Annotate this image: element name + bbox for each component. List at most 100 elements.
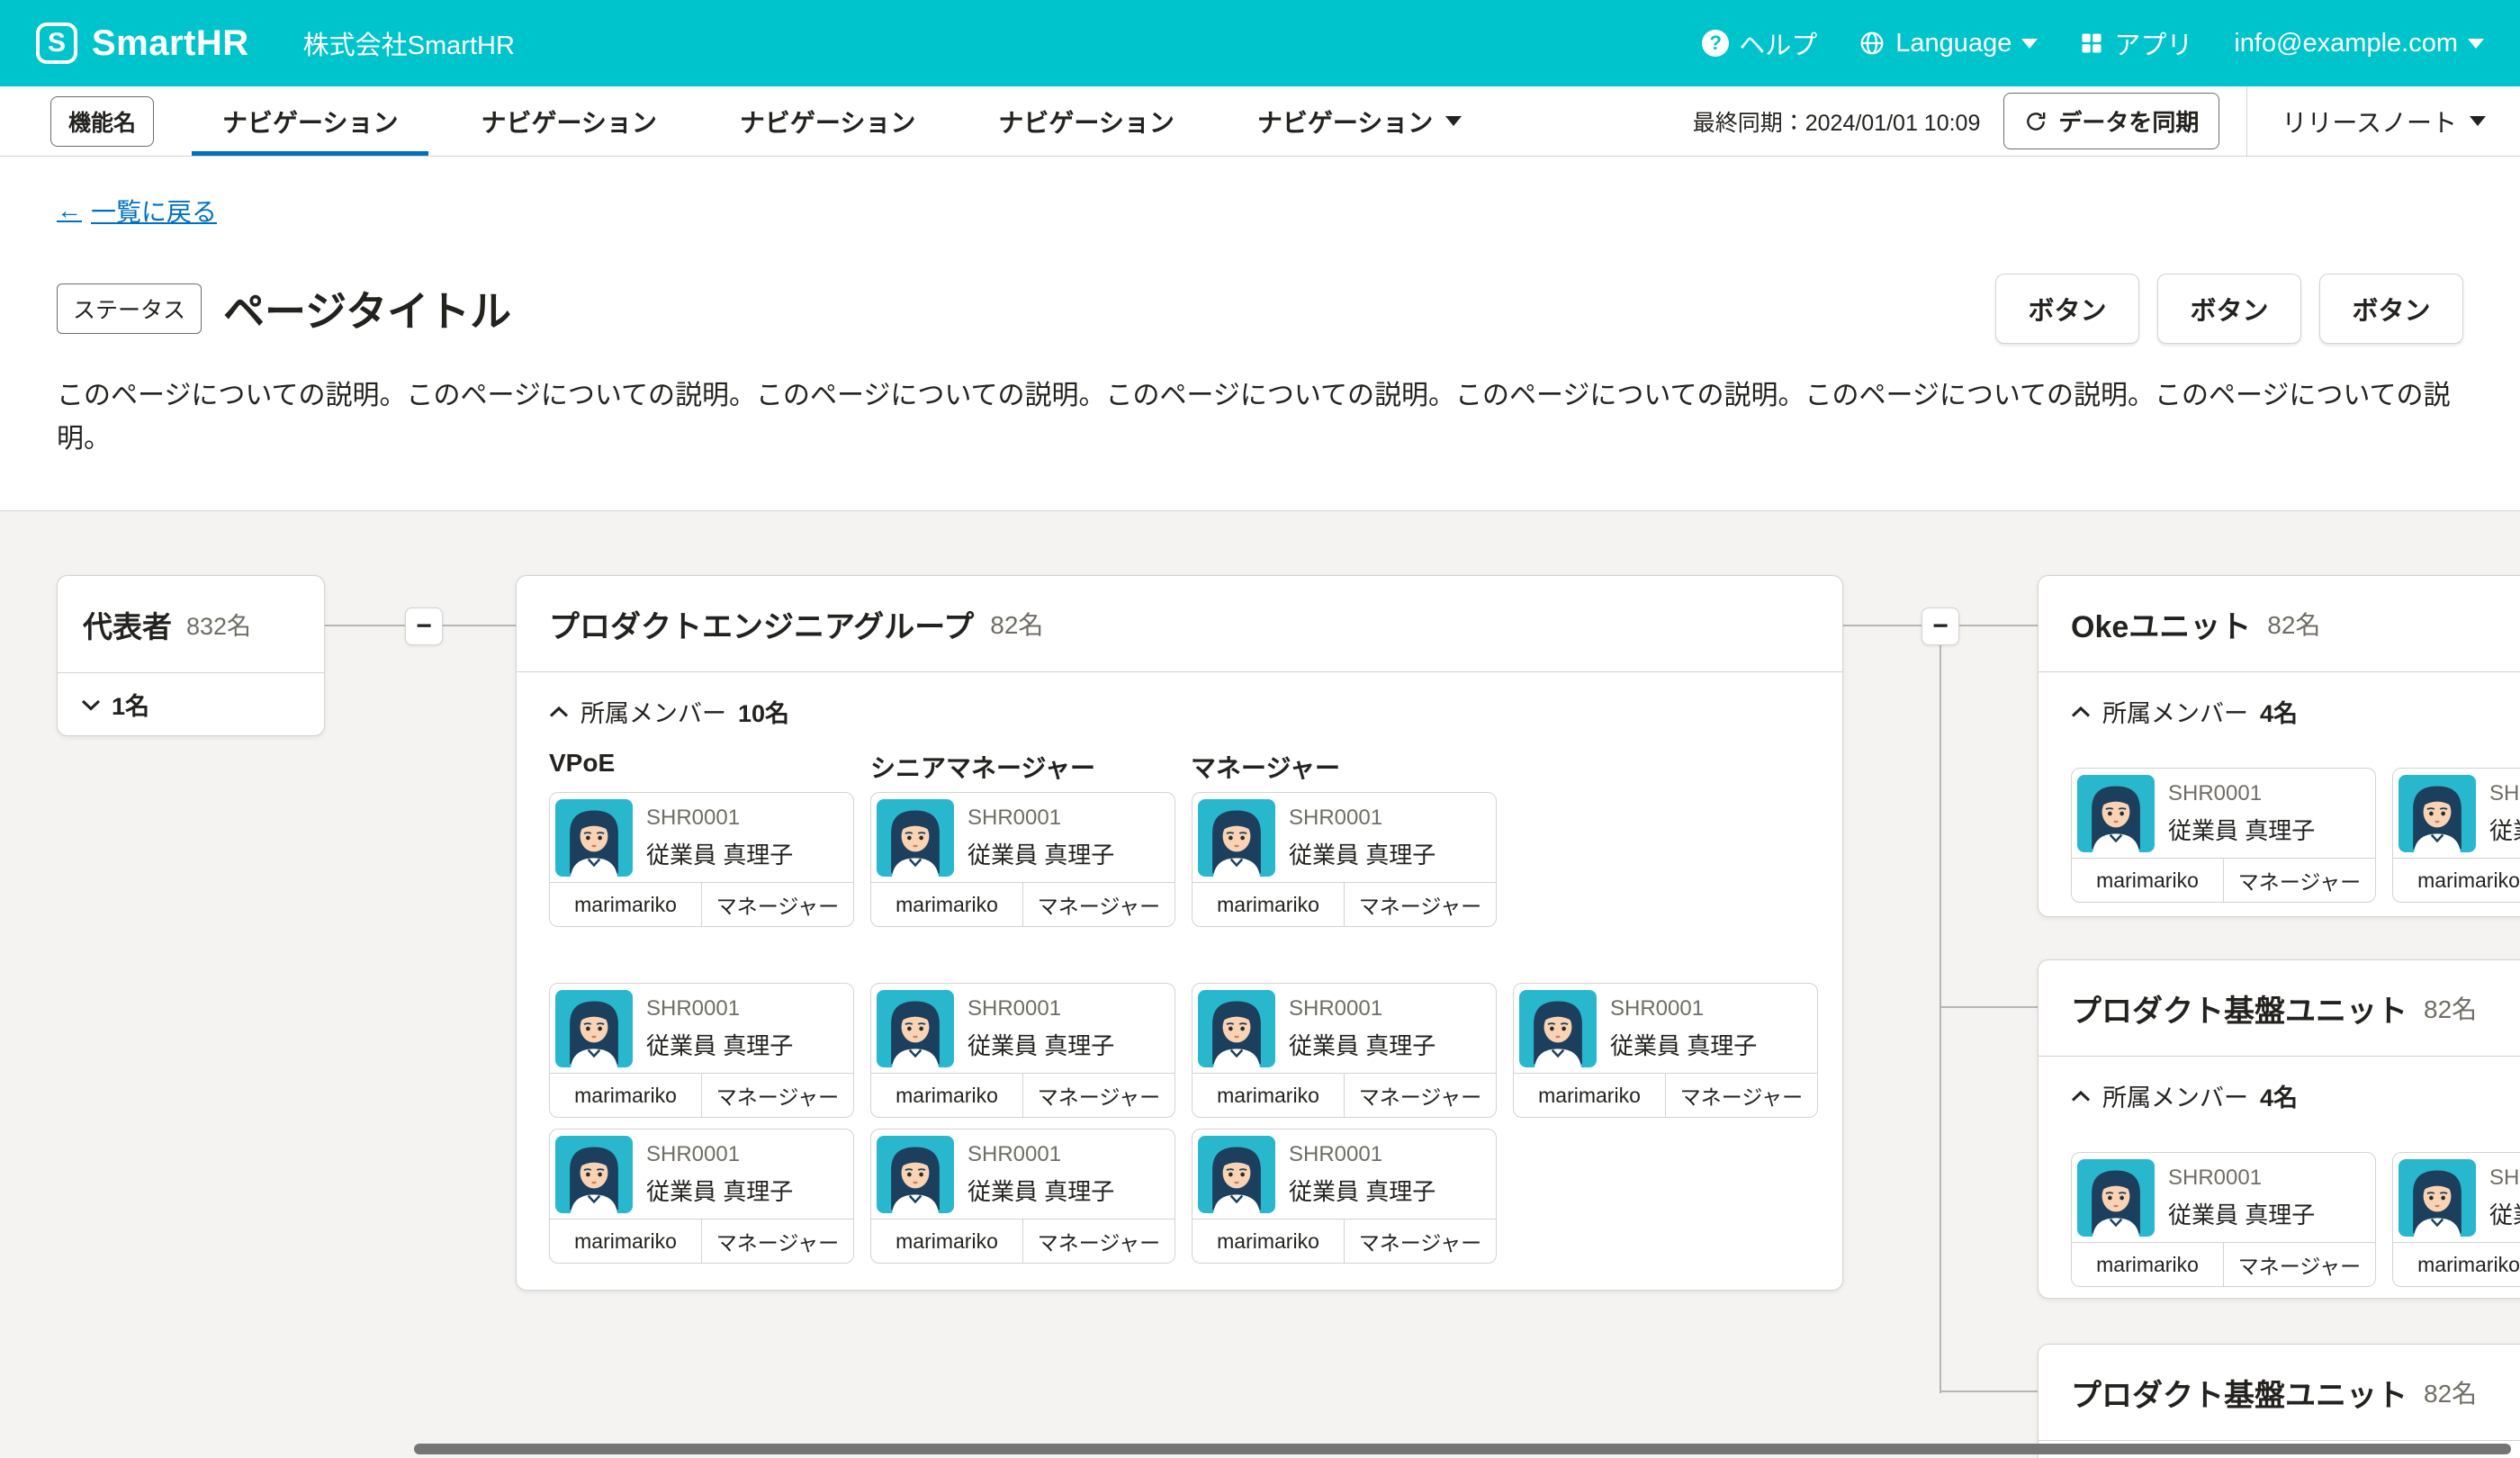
nav-tab-label: ナビゲーション [740, 104, 915, 140]
employee-card[interactable]: SHR0001 従業員 真理子 marimariko マネージャー [870, 1129, 1175, 1264]
members-toggle[interactable]: 所属メンバー 4名 [2071, 1078, 2298, 1113]
collapse-button[interactable]: − [1922, 608, 1959, 645]
employee-card-top: SHR0001 従業員 真理子 [2072, 769, 2375, 858]
employee-card[interactable]: SHR0001 従業員 真理子 marimariko マネージャー [1513, 983, 1818, 1118]
employee-info: SHR0001 従業員 真理子 [1289, 806, 1436, 870]
account-menu[interactable]: info@example.com [2234, 29, 2484, 58]
nav-tab-5-dropdown[interactable]: ナビゲーション [1216, 86, 1503, 156]
group-title: Okeユニット [2071, 602, 2251, 646]
avatar-illustration [2077, 775, 2155, 852]
employee-card[interactable]: SHR0001 従業員 真理子 marimariko マネージャー [549, 792, 854, 927]
employee-card-top: SHR0001 従業員 真理子 [550, 1130, 853, 1219]
employee-card-top: SHR0001 従業員 真理子 [2393, 1153, 2520, 1242]
release-notes-label: リリースノート [2282, 104, 2457, 140]
minus-icon: − [416, 611, 432, 642]
employee-name: 従業員 真理子 [646, 1028, 793, 1061]
members-toggle[interactable]: 所属メンバー 10名 [549, 694, 789, 729]
group-title: プロダクトエンジニアグループ [549, 602, 974, 646]
employee-card[interactable]: SHR0001 従業員 真理子 marimariko マネージャー [2392, 1152, 2520, 1287]
apps-menu[interactable]: アプリ [2079, 24, 2192, 62]
employee-info: SHR0001 従業員 真理子 [2168, 781, 2315, 846]
employee-role: マネージャー [1345, 883, 1496, 926]
employee-info: SHR0001 従業員 真理子 [968, 1142, 1114, 1207]
header-right: ? ヘルプ Language アプリ info@example.com [1702, 24, 2484, 62]
employee-username: marimariko [2072, 1243, 2224, 1286]
employee-card[interactable]: SHR0001 従業員 真理子 marimariko マネージャー [1192, 792, 1497, 927]
employee-code: SHR0001 [968, 806, 1114, 831]
employee-card[interactable]: SHR0001 従業員 真理子 marimariko マネージャー [870, 983, 1175, 1118]
connector-line [1940, 1390, 2038, 1392]
company-name: 株式会社SmartHR [303, 24, 515, 62]
employee-code: SHR0001 [646, 806, 793, 831]
employee-username: marimariko [1192, 1074, 1345, 1117]
employee-card[interactable]: SHR0001 従業員 真理子 marimariko マネージャー [870, 792, 1175, 927]
page-action-button-1[interactable]: ボタン [1995, 274, 2139, 344]
employee-info: SHR0001 従業員 真理子 [646, 996, 793, 1061]
org-group-card-platform-unit[interactable]: プロダクト基盤ユニット 82名 所属メンバー 4名 [2038, 959, 2520, 1299]
page-action-button-3[interactable]: ボタン [2319, 274, 2463, 344]
employee-name: 従業員 真理子 [2489, 1197, 2520, 1230]
avatar-illustration [1198, 799, 1275, 877]
nav-tab-1[interactable]: ナビゲーション [181, 86, 439, 156]
employee-card[interactable]: SHR0001 従業員 真理子 marimariko マネージャー [549, 983, 854, 1118]
caret-down-icon [1445, 116, 1462, 126]
help-menu[interactable]: ? ヘルプ [1702, 24, 1817, 62]
employee-avatar [877, 1136, 954, 1213]
org-group-card-main[interactable]: プロダクトエンジニアグループ 82名 所属メンバー 10名 VPoE シニアマネ… [516, 575, 1843, 1291]
role-header-vpoe: VPoE [549, 749, 615, 778]
back-to-list-link[interactable]: ← 一覧に戻る [57, 193, 217, 229]
employee-username: marimariko [1192, 1220, 1345, 1263]
group-header: プロダクト基盤ユニット 82名 [2038, 1345, 2520, 1441]
employee-card[interactable]: SHR0001 従業員 真理子 marimariko マネージャー [1192, 983, 1497, 1118]
connector-line [1940, 1006, 2038, 1008]
nav-tab-4[interactable]: ナビゲーション [957, 86, 1215, 156]
employee-card[interactable]: SHR0001 従業員 真理子 marimariko マネージャー [2392, 768, 2520, 903]
employee-card-top: SHR0001 従業員 真理子 [1192, 984, 1496, 1073]
employee-avatar [1519, 990, 1597, 1067]
chevron-up-icon [549, 706, 569, 718]
collapse-button[interactable]: − [405, 608, 443, 645]
horizontal-scrollbar[interactable] [414, 1444, 2511, 1454]
sync-data-button[interactable]: データを同期 [2003, 93, 2219, 149]
employee-code: SHR0001 [2168, 1166, 2315, 1191]
language-menu[interactable]: Language [1858, 29, 2038, 58]
employee-card-top: SHR0001 従業員 真理子 [871, 1130, 1174, 1219]
employee-avatar [877, 990, 954, 1067]
employee-card[interactable]: SHR0001 従業員 真理子 marimariko マネージャー [549, 1129, 854, 1264]
employee-role: マネージャー [702, 1074, 853, 1117]
release-notes-menu[interactable]: リリースノート [2247, 104, 2520, 140]
employee-card[interactable]: SHR0001 従業員 真理子 marimariko マネージャー [1192, 1129, 1497, 1264]
employee-card[interactable]: SHR0001 従業員 真理子 marimariko マネージャー [2071, 768, 2376, 903]
org-group-card-oke-unit[interactable]: Okeユニット 82名 所属メンバー 4名 [2038, 575, 2520, 917]
employee-card-footer: marimariko マネージャー [871, 1219, 1174, 1263]
employee-card-top: SHR0001 従業員 真理子 [1514, 984, 1817, 1073]
employee-card[interactable]: SHR0001 従業員 真理子 marimariko マネージャー [2071, 1152, 2376, 1287]
employee-name: 従業員 真理子 [2168, 813, 2315, 846]
employee-info: SHR0001 従業員 真理子 [1289, 996, 1436, 1061]
employee-code: SHR0001 [968, 996, 1114, 1022]
employee-avatar [1198, 1136, 1275, 1213]
nav-tab-3[interactable]: ナビゲーション [698, 86, 957, 156]
avatar-illustration [555, 990, 633, 1067]
employee-card-footer: marimariko マネージャー [2393, 858, 2520, 902]
employee-username: marimariko [550, 883, 702, 926]
employee-card-footer: marimariko マネージャー [2072, 1242, 2375, 1286]
org-root-card[interactable]: 代表者 832名 1名 [57, 575, 325, 736]
org-root-expander[interactable]: 1名 [58, 672, 324, 735]
nav-tab-2[interactable]: ナビゲーション [439, 86, 698, 156]
employee-code: SHR0001 [1289, 1142, 1436, 1167]
back-link-label: 一覧に戻る [91, 193, 217, 229]
employee-code: SHR0001 [1289, 806, 1436, 831]
nav-tab-label: ナビゲーション [998, 104, 1174, 140]
connector-line [1843, 625, 1922, 626]
member-row: SHR0001 従業員 真理子 marimariko マネージャー [2071, 1152, 2520, 1287]
page-action-button-2[interactable]: ボタン [2157, 274, 2301, 344]
org-group-card-platform-unit-2[interactable]: プロダクト基盤ユニット 82名 [2038, 1344, 2520, 1458]
smarthr-logo[interactable]: S SmartHR [36, 22, 249, 64]
employee-role: マネージャー [1666, 1074, 1817, 1117]
employee-role: マネージャー [1023, 1074, 1174, 1117]
caret-down-icon [2021, 39, 2038, 49]
employee-avatar [2077, 775, 2155, 852]
members-toggle[interactable]: 所属メンバー 4名 [2071, 694, 2298, 729]
language-label: Language [1895, 29, 2012, 58]
